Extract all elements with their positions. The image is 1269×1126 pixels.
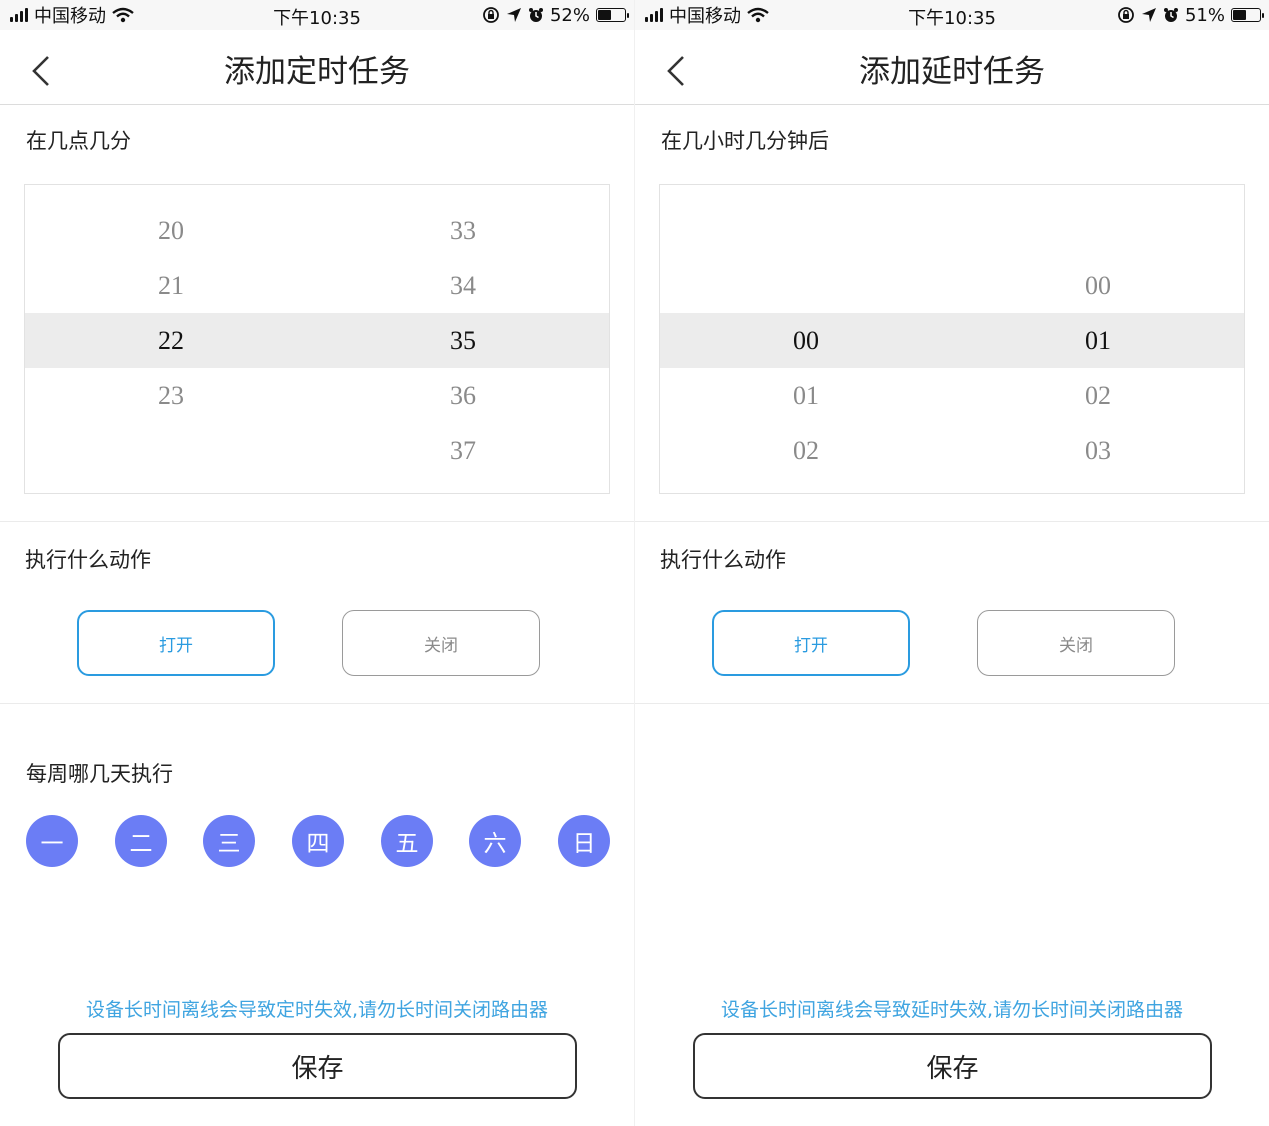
picker-value[interactable] <box>952 203 1244 258</box>
weekday-selector: 一 二 三 四 五 六 日 <box>26 815 611 867</box>
minute-column[interactable]: 00 01 02 03 <box>952 185 1244 493</box>
weekday-mon[interactable]: 一 <box>26 815 78 867</box>
time-section-label: 在几点几分 <box>26 129 131 153</box>
save-button[interactable]: 保存 <box>693 1033 1212 1099</box>
delay-task-screen: 中国移动 下午10:35 51% 添加延时任务 在几小时几分钟后 00 01 02 … <box>635 0 1269 1126</box>
weekday-thu[interactable]: 四 <box>292 815 344 867</box>
picker-value[interactable] <box>660 258 952 313</box>
action-on-button[interactable]: 打开 <box>712 610 910 676</box>
weekday-fri[interactable]: 五 <box>381 815 433 867</box>
offline-warning: 设备长时间离线会导致延时失效,请勿长时间关闭路由器 <box>720 999 1184 1021</box>
divider <box>0 521 634 522</box>
picker-value[interactable] <box>25 423 317 478</box>
action-off-button[interactable]: 关闭 <box>342 610 540 676</box>
offline-warning: 设备长时间离线会导致定时失效,请勿长时间关闭路由器 <box>85 999 549 1021</box>
picker-value[interactable]: 20 <box>25 203 317 258</box>
picker-value[interactable]: 23 <box>25 368 317 423</box>
delay-picker[interactable]: 00 01 02 00 01 02 03 <box>659 184 1245 494</box>
divider <box>0 703 634 704</box>
status-bar: 中国移动 下午10:35 51% <box>635 0 1269 30</box>
minute-column[interactable]: 33 34 35 36 37 <box>317 185 609 493</box>
picker-value[interactable]: 21 <box>25 258 317 313</box>
action-on-button[interactable]: 打开 <box>77 610 275 676</box>
picker-value[interactable]: 00 <box>660 313 952 368</box>
weekday-sat[interactable]: 六 <box>469 815 521 867</box>
divider <box>635 521 1269 522</box>
weekday-section-label: 每周哪几天执行 <box>26 762 173 786</box>
picker-value[interactable]: 34 <box>317 258 609 313</box>
page-title: 添加定时任务 <box>224 54 410 90</box>
picker-value[interactable]: 35 <box>317 313 609 368</box>
time-picker[interactable]: 20 21 22 23 33 34 35 36 37 <box>24 184 610 494</box>
lock-rotation-icon <box>483 7 499 23</box>
status-bar: 中国移动 下午10:35 52% <box>0 0 634 30</box>
location-icon <box>506 8 521 22</box>
alarm-icon <box>528 8 543 22</box>
action-section-label: 执行什么动作 <box>660 548 786 572</box>
picker-value[interactable]: 00 <box>952 258 1244 313</box>
location-icon <box>1141 8 1156 22</box>
weekday-sun[interactable]: 日 <box>558 815 610 867</box>
nav-bar: 添加延时任务 <box>635 30 1269 105</box>
alarm-icon <box>1163 8 1178 22</box>
battery-percent: 51% <box>1184 4 1225 26</box>
picker-value[interactable] <box>660 203 952 258</box>
picker-value[interactable]: 01 <box>660 368 952 423</box>
picker-value[interactable]: 02 <box>660 423 952 478</box>
page-title: 添加延时任务 <box>859 54 1045 90</box>
divider <box>635 703 1269 704</box>
time-section-label: 在几小时几分钟后 <box>661 129 829 153</box>
battery-percent: 52% <box>549 4 590 26</box>
picker-value[interactable]: 03 <box>952 423 1244 478</box>
picker-value[interactable]: 37 <box>317 423 609 478</box>
battery-icon <box>1231 8 1264 22</box>
picker-value[interactable]: 36 <box>317 368 609 423</box>
hour-column[interactable]: 00 01 02 <box>660 185 952 493</box>
nav-bar: 添加定时任务 <box>0 30 634 105</box>
save-button[interactable]: 保存 <box>58 1033 577 1099</box>
lock-rotation-icon <box>1118 7 1134 23</box>
action-off-button[interactable]: 关闭 <box>977 610 1175 676</box>
hour-column[interactable]: 20 21 22 23 <box>25 185 317 493</box>
weekday-wed[interactable]: 三 <box>203 815 255 867</box>
picker-value[interactable]: 02 <box>952 368 1244 423</box>
action-section-label: 执行什么动作 <box>25 548 151 572</box>
picker-value[interactable]: 22 <box>25 313 317 368</box>
timer-task-screen: 中国移动 下午10:35 52% 添加定时任务 在几点几分 20 21 22 23 3… <box>0 0 634 1126</box>
picker-value[interactable]: 01 <box>952 313 1244 368</box>
picker-value[interactable]: 33 <box>317 203 609 258</box>
weekday-tue[interactable]: 二 <box>115 815 167 867</box>
battery-icon <box>596 8 629 22</box>
